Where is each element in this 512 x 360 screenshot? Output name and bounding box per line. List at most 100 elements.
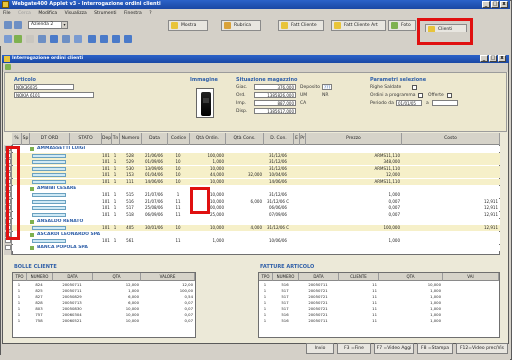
rubrica-button[interactable]: Rubrica (221, 20, 261, 31)
col-stato[interactable]: STATO (70, 133, 102, 145)
table-row[interactable]: 101 1 111 14/06/06 10 10,000 14/06/06 ARMS11,11… (5, 179, 500, 185)
grid-group-row[interactable]: AMMASSETTI LUIGI (5, 146, 500, 152)
inner-close-button[interactable]: x (498, 55, 506, 62)
azienda-combo[interactable]: Azienda 2 ▾ (28, 21, 68, 29)
cell-data: 14/06/06 (145, 179, 163, 184)
menu-help[interactable]: ? (146, 9, 154, 18)
stampa-button[interactable]: F8 =Stampa (417, 343, 453, 354)
progress-bar (32, 166, 66, 171)
fatture-col-3[interactable]: CLIENTE (339, 273, 379, 281)
cell-d-con: 31/12/06 (269, 165, 287, 171)
table-row[interactable]: 101 1 153 01/04/06 10 44,000 32,000 10/04/06 12,… (5, 172, 500, 179)
forward-icon[interactable] (14, 21, 22, 29)
prev-icon[interactable] (100, 35, 108, 43)
cell-costo (402, 192, 500, 198)
chevron-down-icon[interactable]: ▾ (61, 22, 67, 28)
periodo-from-field[interactable]: 01/01/05 (396, 100, 422, 106)
find-icon[interactable] (38, 35, 46, 43)
col-prezzo[interactable]: Prezzo (306, 133, 402, 145)
new-icon[interactable] (4, 35, 12, 43)
col-codice[interactable]: Codice (168, 133, 190, 145)
refresh-icon[interactable] (14, 35, 22, 43)
bolle-col-3[interactable]: QTA (93, 273, 141, 281)
table-row[interactable]: 101 1 530 13/09/06 10 10,000 31/12/06 ARMS11,11… (5, 165, 500, 172)
bolle-col-2[interactable]: DATA (53, 273, 93, 281)
cell-costo: 12,911 (484, 225, 498, 231)
cell-codice: 10 (175, 165, 181, 171)
inner-title-bar: Interrogazione ordini clienti _ □ x (2, 55, 509, 63)
video-prec-button[interactable]: F12=Video prec/Vis (456, 343, 508, 354)
video-aggiorna-button[interactable]: F7 =Video Aggi (374, 343, 414, 354)
articolo-code-field[interactable]: NOK36035 (14, 84, 74, 90)
col-qta-ordin[interactable]: Qtà Ordin. (190, 133, 226, 145)
mostra-button[interactable]: Mostra (168, 20, 208, 31)
table-row[interactable]: 101 1 561 11 1,000 10/06/06 1,000 (5, 238, 500, 245)
paste-icon[interactable] (62, 35, 70, 43)
deposito-field[interactable]: ??? (322, 84, 332, 90)
col-tn[interactable]: Tn (112, 133, 120, 145)
bolle-col-0[interactable]: TPO (13, 273, 27, 281)
inner-maximize-button[interactable]: □ (489, 55, 497, 62)
inner-refresh-icon[interactable] (5, 64, 11, 70)
menu-cerca[interactable]: Cerca (15, 9, 34, 18)
menu-finestra[interactable]: Finestra (121, 9, 145, 18)
row-selector[interactable] (5, 245, 11, 250)
articolo-desc-field[interactable]: NOKIA 6101 (14, 92, 94, 98)
grid-group-row[interactable]: ANSALDO RENATO (5, 218, 500, 225)
menu-strumenti[interactable]: Strumenti (91, 9, 119, 18)
grid-group-row[interactable]: BANCA POPOLA SPA (5, 245, 500, 251)
close-button[interactable]: x (500, 1, 508, 8)
col-costo[interactable]: Costo (402, 133, 500, 145)
menu-visualizza[interactable]: Visualizza (62, 9, 90, 18)
fine-button[interactable]: F3 =Fine (337, 343, 371, 354)
fatture-col-0[interactable]: TPO (259, 273, 273, 281)
table-row[interactable]: 101 1 518 06/09/06 11 25,000 07/09/06 0,007 12,9… (5, 212, 500, 218)
offerte-checkbox[interactable] (447, 93, 452, 98)
col-sp[interactable]: Sp (22, 133, 30, 145)
fatture-col-5[interactable]: VAI (443, 273, 499, 281)
inner-minimize-button[interactable]: _ (480, 55, 488, 62)
copy-icon[interactable] (50, 35, 58, 43)
fatture-col-2[interactable]: DATA (299, 273, 339, 281)
col-data[interactable]: Data (142, 133, 168, 145)
maximize-button[interactable]: □ (491, 1, 499, 8)
col-qta-cons[interactable]: Qtà Cons. (226, 133, 264, 145)
righe-saldate-checkbox[interactable] (412, 85, 417, 90)
sort-icon[interactable] (74, 35, 82, 43)
bolle-col-4[interactable]: VALORE (141, 273, 195, 281)
filter-icon[interactable] (88, 35, 96, 43)
ordini-programma-checkbox[interactable] (418, 93, 423, 98)
col-dep[interactable]: Dep (102, 133, 112, 145)
grid-group-row[interactable]: ASCARDI LEONARDO SPA (5, 231, 500, 238)
table-row[interactable]: 101 1 517 25/08/06 11 100,000 06/06/06 0,007 12,… (5, 205, 500, 212)
fatt-cliente-button[interactable]: Fatt Cliente (278, 20, 324, 31)
fatt-cliente-art-button[interactable]: Fatt Cliente Art (331, 20, 386, 31)
table-row[interactable]: 101 1 528 21/06/06 10 100,000 31/12/06 ARMS11,1… (5, 152, 500, 159)
fatture-cell: 1,000 (430, 312, 441, 317)
col-numero[interactable]: Numero (120, 133, 142, 145)
menu-modifica[interactable]: Modifica (35, 9, 60, 18)
bolle-col-1[interactable]: NUMERO (27, 273, 53, 281)
next-icon[interactable] (112, 35, 120, 43)
product-photo[interactable] (196, 88, 214, 118)
fatture-col-1[interactable]: NUMERO (273, 273, 299, 281)
col-d-con[interactable]: D. Con. (264, 133, 294, 145)
col-percent[interactable]: % (12, 133, 22, 145)
foto-button[interactable]: Foto (388, 20, 416, 31)
fatture-col-4[interactable]: QTA (379, 273, 443, 281)
first-icon[interactable] (26, 35, 34, 43)
back-icon[interactable] (4, 21, 12, 29)
col-dt-ord[interactable]: DT ORD (30, 133, 70, 145)
minimize-button[interactable]: _ (482, 1, 490, 8)
invio-button[interactable]: Invio (306, 343, 334, 354)
table-row[interactable]: 101 1 516 21/07/06 11 10,000 6,000 31/12/06 C 0,… (5, 198, 500, 205)
table-row[interactable]: 101 1 515 21/07/06 1 10,000 31/12/06 1,000 (5, 192, 500, 199)
table-row[interactable]: 101 1 529 01/09/06 10 1,000 31/12/06 348,000 (5, 159, 500, 166)
table-row[interactable]: 101 1 405 30/01/06 10 10,000 4,000 31/12/06 C 10… (5, 225, 500, 232)
last-icon[interactable] (124, 35, 132, 43)
menu-file[interactable]: File (0, 9, 14, 18)
cell-data: 21/07/06 (145, 192, 163, 198)
fatture-cell: 11 (372, 318, 377, 323)
periodo-to-field[interactable] (432, 100, 458, 106)
grid-group-row[interactable]: AMBIBI CESARE (5, 185, 500, 192)
